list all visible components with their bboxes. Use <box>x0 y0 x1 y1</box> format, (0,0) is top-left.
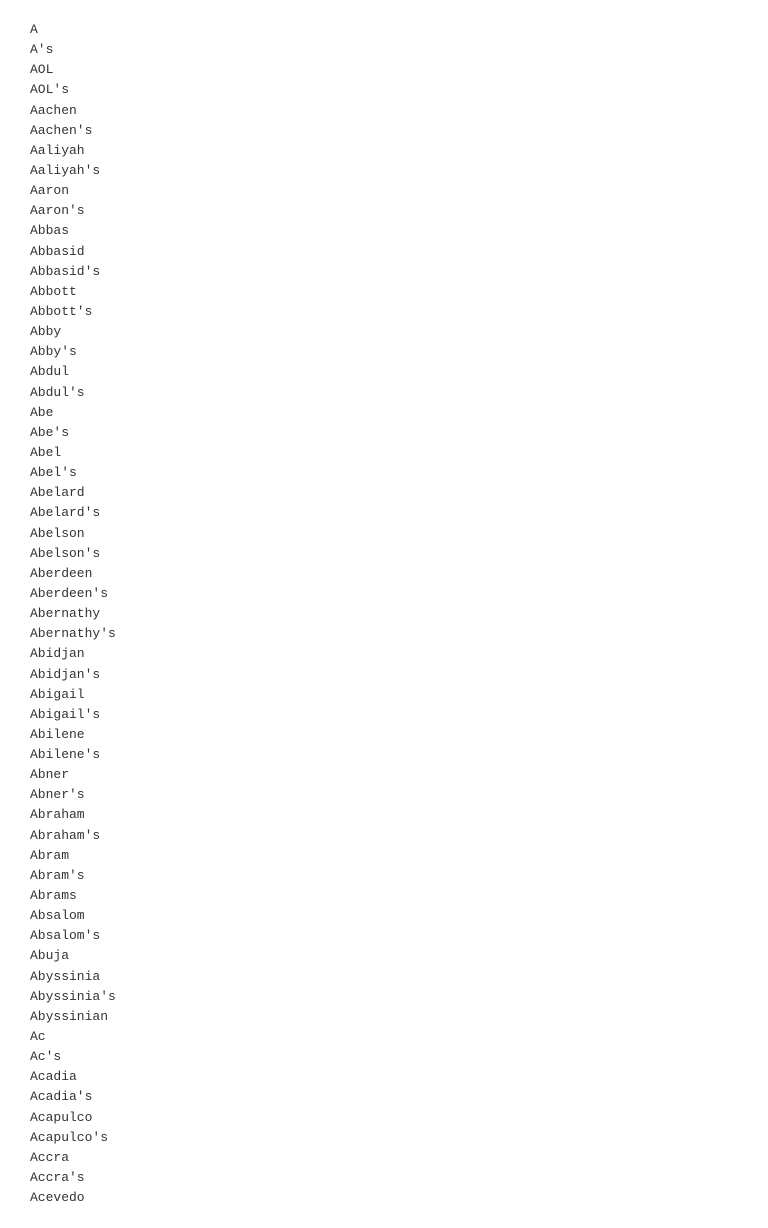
list-item: Abe <box>30 403 738 423</box>
list-item: Aberdeen's <box>30 584 738 604</box>
list-item: Abernathy <box>30 604 738 624</box>
list-item: AOL's <box>30 80 738 100</box>
list-item: Abram <box>30 846 738 866</box>
list-item: Abbas <box>30 221 738 241</box>
list-item: Absalom <box>30 906 738 926</box>
list-item: Accra <box>30 1148 738 1168</box>
list-item: Aachen <box>30 101 738 121</box>
list-item: Ac <box>30 1027 738 1047</box>
list-item: Abilene <box>30 725 738 745</box>
list-item: Abram's <box>30 866 738 886</box>
word-list: AA'sAOLAOL'sAachenAachen'sAaliyahAaliyah… <box>30 20 738 1208</box>
list-item: Abilene's <box>30 745 738 765</box>
list-item: A <box>30 20 738 40</box>
list-item: Abigail <box>30 685 738 705</box>
list-item: Abby <box>30 322 738 342</box>
list-item: Acevedo <box>30 1188 738 1208</box>
list-item: Abrams <box>30 886 738 906</box>
list-item: Aaliyah's <box>30 161 738 181</box>
list-item: Abelard's <box>30 503 738 523</box>
list-item: Acapulco <box>30 1108 738 1128</box>
list-item: Acapulco's <box>30 1128 738 1148</box>
list-item: Abidjan <box>30 644 738 664</box>
list-item: Abner <box>30 765 738 785</box>
list-item: Absalom's <box>30 926 738 946</box>
list-item: Abelson <box>30 524 738 544</box>
list-item: Aachen's <box>30 121 738 141</box>
list-item: Abyssinia's <box>30 987 738 1007</box>
list-item: Abdul <box>30 362 738 382</box>
list-item: Accra's <box>30 1168 738 1188</box>
list-item: Acadia's <box>30 1087 738 1107</box>
list-item: Abraham's <box>30 826 738 846</box>
list-item: Acadia <box>30 1067 738 1087</box>
list-item: Abidjan's <box>30 665 738 685</box>
list-item: AOL <box>30 60 738 80</box>
list-item: Abuja <box>30 946 738 966</box>
list-item: Abbott's <box>30 302 738 322</box>
list-item: Aaliyah <box>30 141 738 161</box>
list-item: Aaron <box>30 181 738 201</box>
list-item: Abigail's <box>30 705 738 725</box>
list-item: A's <box>30 40 738 60</box>
list-item: Abel's <box>30 463 738 483</box>
list-item: Abyssinia <box>30 967 738 987</box>
list-item: Abbott <box>30 282 738 302</box>
list-item: Ac's <box>30 1047 738 1067</box>
list-item: Abyssinian <box>30 1007 738 1027</box>
list-item: Aberdeen <box>30 564 738 584</box>
list-item: Abbasid's <box>30 262 738 282</box>
list-item: Abner's <box>30 785 738 805</box>
list-item: Abelson's <box>30 544 738 564</box>
list-item: Abbasid <box>30 242 738 262</box>
list-item: Aaron's <box>30 201 738 221</box>
list-item: Abelard <box>30 483 738 503</box>
list-item: Abraham <box>30 805 738 825</box>
list-item: Abernathy's <box>30 624 738 644</box>
list-item: Abby's <box>30 342 738 362</box>
list-item: Abe's <box>30 423 738 443</box>
list-item: Abdul's <box>30 383 738 403</box>
list-item: Abel <box>30 443 738 463</box>
